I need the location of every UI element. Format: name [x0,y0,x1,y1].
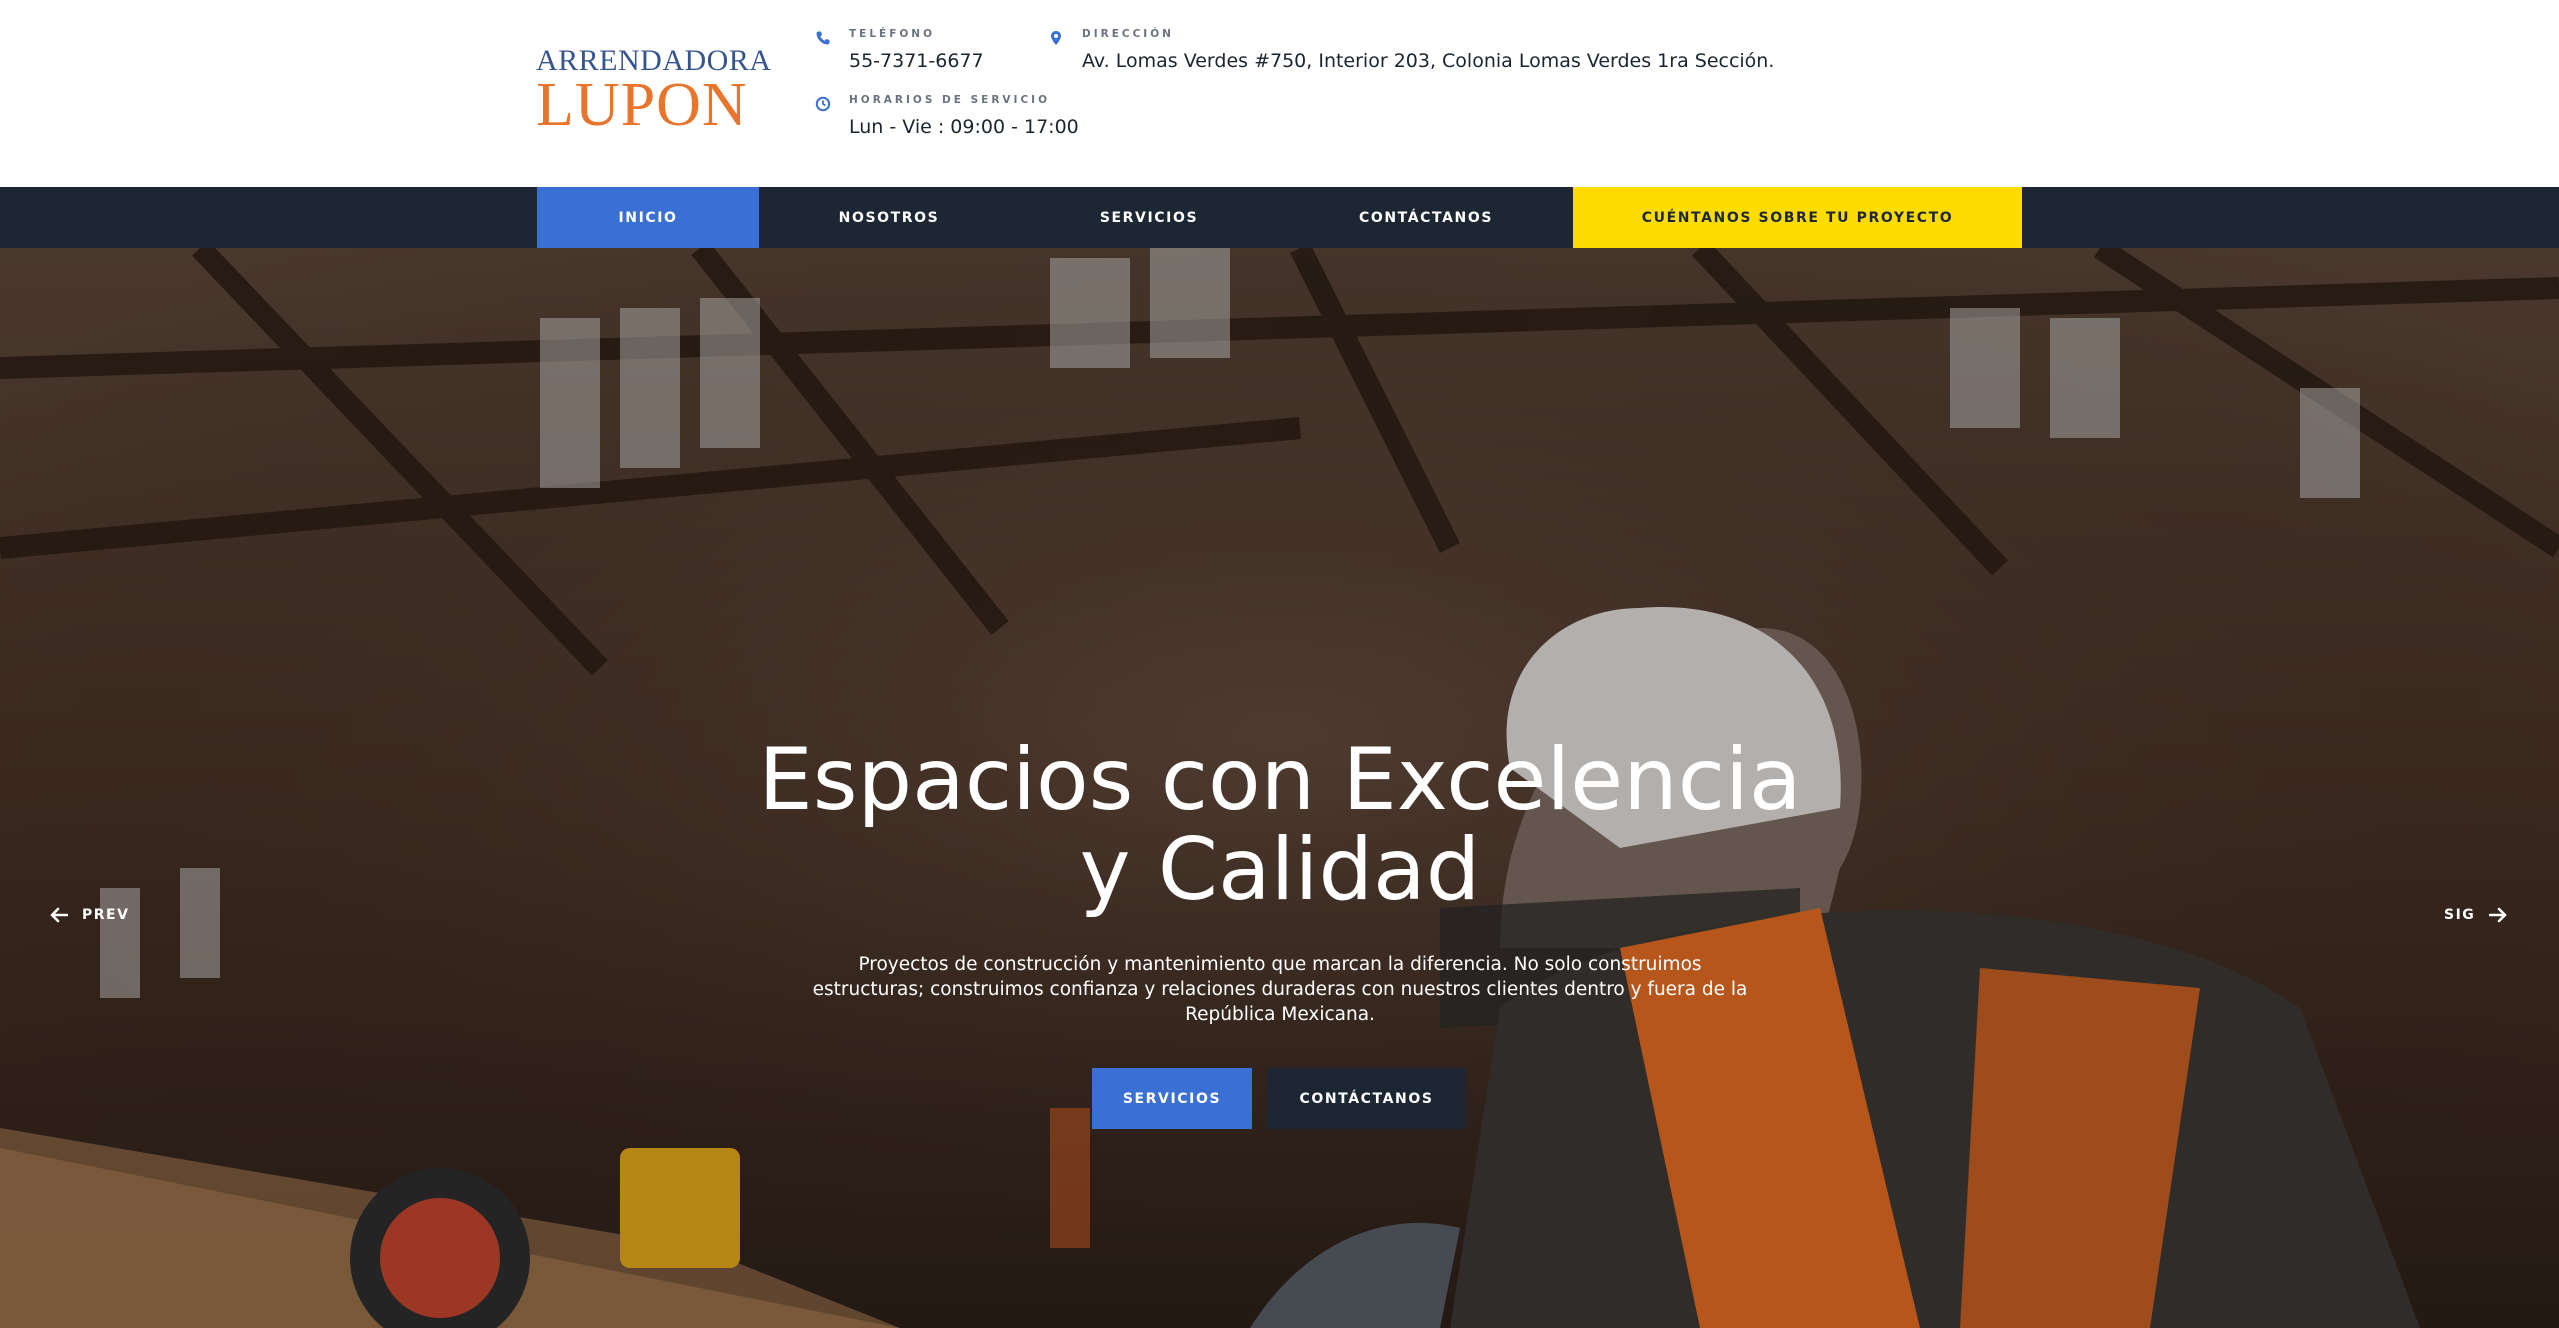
nav-item-inicio[interactable]: INICIO [537,187,759,248]
hero-title-line2: y Calidad [1079,820,1481,920]
slider-next-button[interactable]: SIG [2444,903,2507,927]
nav-item-nosotros[interactable]: NOSOTROS [759,187,1019,248]
hero-title-line1: Espacios con Excelencia [758,730,1802,830]
address-info: DIRECCIÓN Av. Lomas Verdes #750, Interio… [1048,28,1774,76]
arrow-right-icon [2489,907,2507,923]
nav-cta-button[interactable]: CUÉNTANOS SOBRE TU PROYECTO [1573,187,2022,248]
hero-servicios-button[interactable]: SERVICIOS [1092,1068,1252,1129]
hours-value: Lun - Vie : 09:00 - 17:00 [849,116,1079,138]
main-nav: INICIO NOSOTROS SERVICIOS CONTÁCTANOS CU… [0,187,2559,248]
phone-info: TELÉFONO 55-7371-6677 [815,28,1035,76]
hero-contactanos-button[interactable]: CONTÁCTANOS [1267,1068,1466,1129]
phone-icon [816,31,830,45]
top-header: ARRENDADORA LUPON TELÉFONO 55-7371-6677 … [0,0,2559,187]
phone-label: TELÉFONO [849,28,936,40]
nav-item-servicios[interactable]: SERVICIOS [1019,187,1279,248]
hours-info: HORARIOS DE SERVICIO Lun - Vie : 09:00 -… [815,94,1079,142]
hero-slider: Espacios con Excelencia y Calidad Proyec… [0,248,2559,1328]
logo-bottom-text: LUPON [536,71,748,139]
hero-title: Espacios con Excelencia y Calidad [680,735,1880,915]
slider-next-label: SIG [2444,907,2476,923]
arrow-left-icon [50,907,68,923]
nav-item-contactanos[interactable]: CONTÁCTANOS [1279,187,1573,248]
hours-label: HORARIOS DE SERVICIO [849,94,1050,106]
map-pin-icon [1051,31,1061,45]
slider-prev-label: PREV [82,907,130,923]
address-label: DIRECCIÓN [1082,28,1174,40]
address-value: Av. Lomas Verdes #750, Interior 203, Col… [1082,50,1775,72]
phone-value[interactable]: 55-7371-6677 [849,50,984,72]
clock-icon [815,96,831,112]
slider-prev-button[interactable]: PREV [50,903,129,927]
logo[interactable]: ARRENDADORA LUPON [536,40,771,136]
hero-description: Proyectos de construcción y mantenimient… [812,954,1748,1025]
